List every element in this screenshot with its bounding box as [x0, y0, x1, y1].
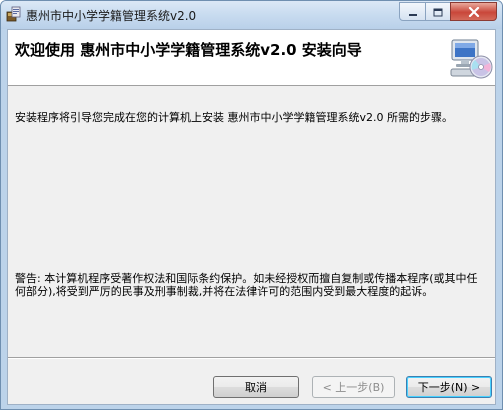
- maximize-button[interactable]: [425, 2, 451, 21]
- footer-divider: [8, 357, 495, 358]
- computer-cd-icon: [449, 37, 493, 81]
- installer-window: 惠州市中小学学籍管理系统v2.0 欢迎使用 惠州市中小学学籍管理系统v2.0 安…: [0, 0, 503, 410]
- close-button[interactable]: [450, 2, 497, 21]
- maximize-icon: [433, 2, 443, 21]
- wizard-banner: 欢迎使用 惠州市中小学学籍管理系统v2.0 安装向导: [8, 30, 495, 86]
- intro-text: 安装程序将引导您完成在您的计算机上安装 惠州市中小学学籍管理系统v2.0 所需的…: [15, 111, 453, 124]
- previous-button[interactable]: < 上一步(B): [312, 376, 395, 398]
- window-title: 惠州市中小学学籍管理系统v2.0: [26, 9, 197, 23]
- cancel-button[interactable]: 取消: [213, 376, 299, 398]
- minimize-icon: [408, 2, 418, 21]
- minimize-button[interactable]: [399, 2, 426, 21]
- installer-app-icon: [6, 6, 22, 22]
- close-icon: [468, 2, 480, 21]
- next-button[interactable]: 下一步(N) >: [406, 376, 492, 398]
- title-bar[interactable]: 惠州市中小学学籍管理系统v2.0: [1, 1, 502, 29]
- wizard-heading: 欢迎使用 惠州市中小学学籍管理系统v2.0 安装向导: [15, 41, 362, 59]
- copyright-warning-text: 警告: 本计算机程序受著作权法和国际条约保护。如未经授权而擅自复制或传播本程序(…: [15, 272, 478, 298]
- wizard-client-area: 欢迎使用 惠州市中小学学籍管理系统v2.0 安装向导 安装程序将引导您完成在您的…: [7, 29, 496, 405]
